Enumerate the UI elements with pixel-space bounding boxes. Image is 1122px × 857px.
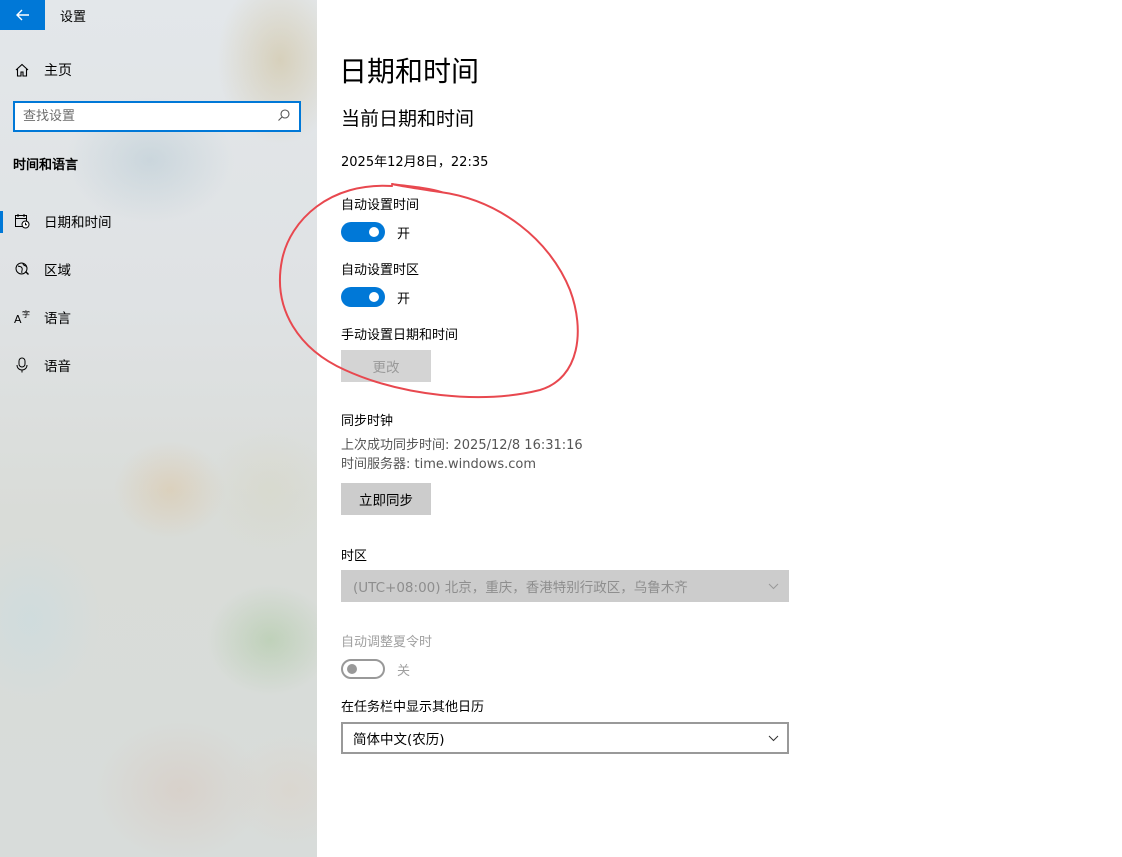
globe-region-icon [14, 261, 30, 277]
sidebar-item-region[interactable]: 区域 [0, 249, 317, 289]
last-sync-text: 上次成功同步时间: 2025/12/8 16:31:16 [341, 438, 583, 453]
calendar-label: 在任务栏中显示其他日历 [341, 700, 485, 715]
chevron-down-icon [768, 578, 779, 594]
sidebar-item-speech[interactable]: 语音 [0, 345, 317, 385]
search-input[interactable] [23, 109, 277, 124]
home-icon [14, 62, 30, 78]
auto-time-toggle[interactable] [341, 222, 385, 242]
timezone-value: (UTC+08:00) 北京，重庆，香港特别行政区，乌鲁木齐 [353, 580, 688, 596]
auto-timezone-state: 开 [397, 291, 411, 307]
sidebar-item-date-time[interactable]: 日期和时间 [0, 201, 317, 241]
search-box[interactable] [13, 101, 301, 132]
search-icon[interactable] [277, 107, 291, 126]
svg-text:字: 字 [22, 309, 30, 319]
auto-timezone-label: 自动设置时区 [341, 263, 420, 278]
auto-time-row: 开 [341, 222, 410, 242]
dst-toggle[interactable] [341, 659, 385, 679]
sidebar-item-label: 区域 [44, 263, 71, 279]
svg-text:A: A [14, 313, 22, 325]
current-datetime: 2025年12月8日，22:35 [341, 155, 489, 170]
dst-label: 自动调整夏令时 [341, 635, 433, 650]
sidebar-item-language[interactable]: A字 语言 [0, 297, 317, 337]
current-section-title: 当前日期和时间 [341, 108, 475, 130]
auto-timezone-toggle[interactable] [341, 287, 385, 307]
timezone-label: 时区 [341, 549, 368, 564]
sync-now-button[interactable]: 立即同步 [341, 483, 431, 515]
home-link[interactable]: 主页 [14, 60, 72, 80]
sync-title: 同步时钟 [341, 414, 394, 429]
calendar-value: 简体中文(农历) [353, 732, 445, 748]
auto-time-state: 开 [397, 226, 411, 242]
app-title: 设置 [60, 10, 87, 25]
chevron-down-icon [768, 730, 779, 746]
microphone-icon [14, 357, 30, 373]
dst-row: 关 [341, 659, 410, 679]
calendar-select[interactable]: 简体中文(农历) [341, 722, 789, 754]
auto-timezone-row: 开 [341, 287, 410, 307]
change-button[interactable]: 更改 [341, 350, 431, 382]
section-title: 时间和语言 [13, 158, 79, 173]
auto-time-label: 自动设置时间 [341, 198, 420, 213]
manual-set-label: 手动设置日期和时间 [341, 328, 459, 343]
timezone-select[interactable]: (UTC+08:00) 北京，重庆，香港特别行政区，乌鲁木齐 [341, 570, 789, 602]
time-server-text: 时间服务器: time.windows.com [341, 457, 537, 472]
calendar-clock-icon [14, 213, 30, 229]
page-title: 日期和时间 [339, 55, 480, 88]
language-icon: A字 [14, 309, 30, 325]
sidebar-item-label: 语音 [44, 359, 71, 375]
back-button[interactable] [0, 0, 45, 30]
sidebar-item-label: 日期和时间 [44, 215, 112, 231]
sidebar-item-label: 语言 [44, 311, 71, 327]
back-arrow-icon [15, 9, 29, 21]
dst-state: 关 [397, 663, 411, 679]
main-content: 日期和时间 当前日期和时间 2025年12月8日，22:35 自动设置时间 开 … [317, 0, 1122, 857]
home-label: 主页 [44, 63, 72, 79]
sidebar: 设置 主页 时间和语言 日期和时间 区域 A字 语言 语音 [0, 0, 317, 857]
